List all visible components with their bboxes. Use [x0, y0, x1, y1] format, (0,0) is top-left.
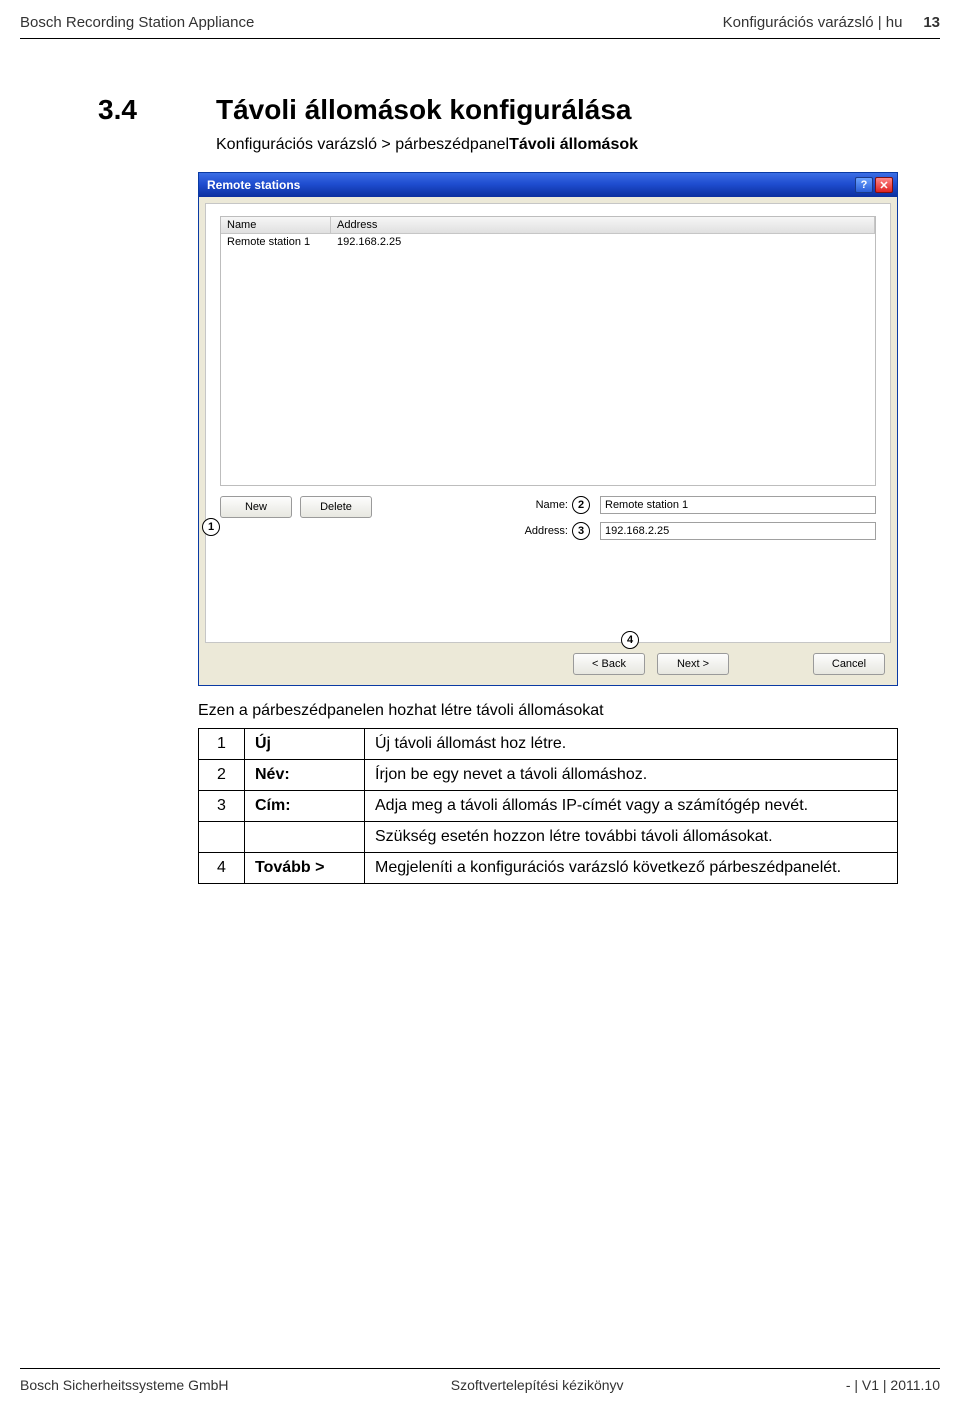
row-desc: Adja meg a távoli állomás IP-címét vagy … [365, 791, 898, 822]
cell-name: Remote station 1 [227, 236, 337, 248]
callout-2: 2 [572, 496, 590, 514]
row-num: 4 [199, 853, 245, 884]
help-icon[interactable]: ? [855, 177, 873, 193]
address-label: Address: [516, 525, 568, 537]
description-table: 1 Új Új távoli állomást hoz létre. 2 Név… [198, 728, 898, 884]
footer-right: - | V1 | 2011.10 [846, 1377, 940, 1393]
row-desc: Írjon be egy nevet a távoli állomáshoz. [365, 760, 898, 791]
row-label: Név: [245, 760, 365, 791]
footer-center: Szoftvertelepítési kézikönyv [451, 1377, 624, 1393]
row-desc: Szükség esetén hozzon létre további távo… [365, 822, 898, 853]
name-label: Name: [516, 499, 568, 511]
col-header-name[interactable]: Name [221, 217, 331, 234]
dialog-remote-stations: Remote stations ? ✕ Name Address Remote … [198, 172, 898, 686]
list-headers: Name Address [221, 217, 875, 234]
back-button[interactable]: < Back [573, 653, 645, 675]
section-title: Távoli állomások konfigurálása [216, 94, 631, 126]
list-item[interactable]: Remote station 1 192.168.2.25 [221, 234, 875, 250]
cell-address: 192.168.2.25 [337, 236, 869, 248]
breadcrumb: Konfigurációs varázsló > párbeszédpanelT… [216, 136, 862, 154]
delete-button[interactable]: Delete [300, 496, 372, 518]
row-label: Új [245, 729, 365, 760]
col-header-address[interactable]: Address [331, 217, 875, 234]
dialog-titlebar: Remote stations ? ✕ [199, 173, 897, 197]
row-label: Tovább > [245, 853, 365, 884]
row-num [199, 822, 245, 853]
stations-listbox[interactable]: Name Address Remote station 1 192.168.2.… [220, 216, 876, 486]
row-desc: Új távoli állomást hoz létre. [365, 729, 898, 760]
subheading: Ezen a párbeszédpanelen hozhat létre táv… [198, 702, 862, 720]
callout-4: 4 [621, 631, 639, 649]
cancel-button[interactable]: Cancel [813, 653, 885, 675]
table-row: Szükség esetén hozzon létre további távo… [199, 822, 898, 853]
row-num: 2 [199, 760, 245, 791]
row-num: 1 [199, 729, 245, 760]
row-label [245, 822, 365, 853]
table-row: 4 Tovább > Megjeleníti a konfigurációs v… [199, 853, 898, 884]
row-num: 3 [199, 791, 245, 822]
callout-1: 1 [202, 518, 220, 536]
footer-left: Bosch Sicherheitssysteme GmbH [20, 1377, 229, 1393]
footer-rule [20, 1368, 940, 1369]
row-desc: Megjeleníti a konfigurációs varázsló köv… [365, 853, 898, 884]
table-row: 1 Új Új távoli állomást hoz létre. [199, 729, 898, 760]
dialog-title: Remote stations [207, 178, 300, 192]
next-button[interactable]: Next > [657, 653, 729, 675]
address-field[interactable] [600, 522, 876, 540]
table-row: 3 Cím: Adja meg a távoli állomás IP-címé… [199, 791, 898, 822]
section-number: 3.4 [98, 94, 168, 126]
row-label: Cím: [245, 791, 365, 822]
name-field[interactable] [600, 496, 876, 514]
new-button[interactable]: New [220, 496, 292, 518]
callout-3: 3 [572, 522, 590, 540]
table-row: 2 Név: Írjon be egy nevet a távoli állom… [199, 760, 898, 791]
close-icon[interactable]: ✕ [875, 177, 893, 193]
